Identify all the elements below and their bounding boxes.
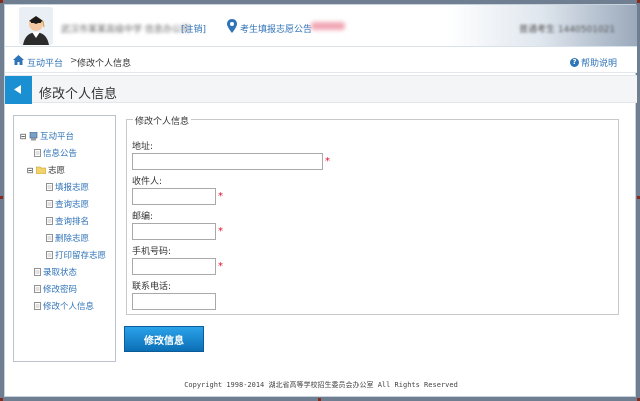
breadcrumb-home-link[interactable]: 互动平台 (27, 56, 63, 69)
avatar (19, 7, 53, 45)
title-bar: 修改个人信息 (5, 75, 637, 104)
help-icon: ? (569, 58, 579, 67)
tree-item-print[interactable]: 打印留存志愿 (46, 249, 106, 261)
school-name: 武汉市某某高级中学 信息办公司 (61, 25, 190, 35)
page-icon (34, 285, 41, 293)
breadcrumb-current: 修改个人信息 (77, 59, 132, 69)
help-label: 帮助说明 (580, 59, 617, 69)
folder-icon (36, 166, 46, 174)
tree-item-fill[interactable]: 填报志愿 (46, 181, 89, 193)
page-icon (46, 200, 53, 208)
page-icon (46, 251, 53, 259)
tree-item-label: 志愿 (48, 166, 66, 176)
postcode-field[interactable] (132, 223, 216, 240)
window-handle (0, 196, 3, 199)
page-icon (46, 183, 53, 191)
collapse-toggle-button[interactable] (5, 76, 32, 104)
collapse-box-icon[interactable]: ⊟ (26, 166, 34, 174)
tree-item-label: 打印留存志愿 (55, 251, 107, 261)
page-icon (46, 234, 53, 242)
tree-item-label: 填报志愿 (55, 183, 90, 193)
user-info: 普通考生 1440501021 (519, 25, 616, 35)
notice-link[interactable]: 考生填报志愿公告 (240, 22, 312, 35)
tree-item-notice[interactable]: 信息公告 (34, 147, 77, 159)
tree-item-label: 查询排名 (55, 217, 90, 227)
required-mark: * (218, 226, 223, 237)
tree-item-label: 修改密码 (43, 285, 78, 295)
tree-item-label: 删除志愿 (55, 234, 90, 244)
required-mark: * (218, 261, 223, 272)
tree-item-label: 修改个人信息 (43, 302, 95, 312)
tree-item-label: 信息公告 (43, 149, 78, 159)
help-link[interactable]: ? 帮助说明 (569, 56, 617, 69)
recipient-field[interactable] (132, 188, 216, 205)
profile-form: 修改个人信息 地址: * 收件人: * 邮编: * 手机号码: * 联系电话: (126, 114, 619, 315)
tree-item-profile[interactable]: 修改个人信息 (34, 300, 94, 312)
address-label: 地址: (132, 142, 154, 152)
redacted-text (311, 22, 345, 30)
tree-root[interactable]: ⊟ 互动平台 (19, 130, 74, 142)
caret-left-icon (14, 85, 21, 94)
page-icon (34, 268, 41, 276)
logout-link[interactable]: [注销] (181, 22, 206, 35)
page-title: 修改个人信息 (39, 87, 118, 102)
computer-icon (29, 131, 38, 140)
header: 武汉市某某高级中学 信息办公司 [注销] 考生填报志愿公告 普通考生 14405… (5, 5, 637, 47)
copyright: Copyright 1998-2014 湖北省高等学校招生委员会办公室 All … (184, 381, 458, 389)
tree-item-rank[interactable]: 查询排名 (46, 215, 89, 227)
required-mark: * (325, 156, 330, 167)
window-corner (0, 0, 3, 3)
tree-item-query[interactable]: 查询志愿 (46, 198, 89, 210)
tree-item-volunteer[interactable]: ⊟ 志愿 (26, 164, 65, 176)
location-pin-icon (227, 19, 237, 33)
recipient-label: 收件人: (132, 177, 163, 187)
mobile-label: 手机号码: (132, 247, 172, 257)
submit-button[interactable]: 修改信息 (124, 326, 204, 352)
tree-root-label: 互动平台 (40, 132, 75, 142)
tree-item-admission[interactable]: 录取状态 (34, 266, 77, 278)
page-icon (34, 149, 41, 157)
phone-label: 联系电话: (132, 282, 172, 292)
mobile-field[interactable] (132, 258, 216, 275)
tree-item-label: 查询志愿 (55, 200, 90, 210)
tree-item-password[interactable]: 修改密码 (34, 283, 77, 295)
breadcrumb: 互动平台 > 修改个人信息 ? 帮助说明 (5, 47, 637, 73)
page-icon (46, 217, 53, 225)
form-legend: 修改个人信息 (133, 114, 192, 127)
tree-item-label: 录取状态 (43, 268, 78, 278)
postcode-label: 邮编: (132, 212, 154, 222)
home-icon (13, 55, 24, 65)
required-mark: * (218, 191, 223, 202)
collapse-box-icon[interactable]: ⊟ (19, 132, 27, 140)
page-icon (34, 302, 41, 310)
address-field[interactable] (132, 153, 323, 170)
app-frame: 武汉市某某高级中学 信息办公司 [注销] 考生填报志愿公告 普通考生 14405… (4, 4, 637, 397)
nav-tree: ⊟ 互动平台 信息公告 ⊟ 志愿 填报志愿 查询志愿 查询排名 删除志愿 打印留… (13, 115, 116, 362)
tree-item-delete[interactable]: 删除志愿 (46, 232, 89, 244)
phone-field[interactable] (132, 293, 216, 310)
